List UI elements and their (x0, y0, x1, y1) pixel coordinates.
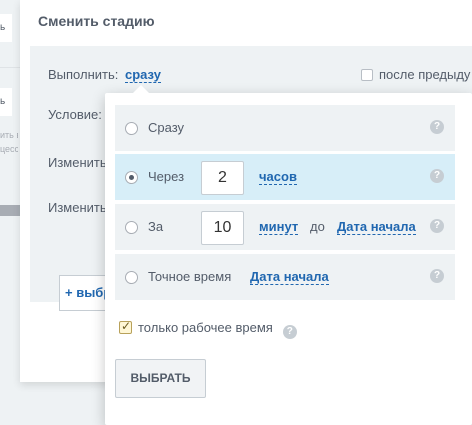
delay-value-input[interactable]: 2 (201, 161, 244, 195)
work-time-only-label: только рабочее время (138, 320, 273, 335)
radio-exact-time[interactable] (125, 271, 138, 284)
radio-before[interactable] (125, 221, 138, 234)
help-icon[interactable]: ? (430, 169, 444, 183)
change-label: Изменить (48, 155, 107, 170)
work-time-only-option[interactable]: только рабочее время? (119, 319, 297, 339)
offset-unit-link[interactable]: минут (259, 219, 299, 235)
change-label: Изменить (48, 200, 107, 215)
background-card: ь (0, 14, 12, 42)
background-note: ить в цессо (0, 130, 18, 154)
background-panel: ь ь ить в цессо (0, 0, 20, 425)
run-mode-link[interactable]: сразу (125, 67, 161, 83)
radio-after[interactable] (125, 171, 138, 184)
delay-unit-link[interactable]: часов (259, 169, 297, 185)
after-previous-checkbox[interactable] (361, 69, 373, 81)
offset-value-input[interactable]: 10 (201, 211, 244, 245)
background-card: ь (0, 88, 12, 116)
run-label: Выполнить: (48, 67, 119, 82)
work-time-only-checkbox[interactable] (119, 319, 132, 334)
option-immediately[interactable]: Сразу ? (115, 105, 455, 151)
run-mode-popup: Сразу ? Через 2 часов ? За 10 минут до Д… (105, 85, 472, 425)
offset-connector: до (310, 219, 325, 234)
background-divider (0, 67, 20, 68)
option-label: Через (148, 169, 185, 184)
exact-time-target-link[interactable]: Дата начала (250, 269, 329, 285)
option-after[interactable]: Через 2 часов ? (115, 154, 455, 200)
background-bar (0, 205, 20, 216)
option-label: За (148, 219, 164, 234)
help-icon[interactable]: ? (430, 219, 444, 233)
radio-immediately[interactable] (125, 122, 138, 135)
option-label: Сразу (148, 120, 185, 135)
help-icon[interactable]: ? (282, 325, 297, 339)
after-previous-option[interactable]: после предыду (361, 67, 470, 82)
option-label: Точное время (148, 269, 232, 284)
after-previous-label: после предыду (379, 67, 471, 82)
option-exact-time[interactable]: Точное время Дата начала ? (115, 254, 455, 300)
select-button[interactable]: ВЫБРАТЬ (115, 359, 206, 398)
condition-label: Условие: (48, 107, 102, 122)
dialog-title: Сменить стадию (38, 13, 155, 29)
option-before[interactable]: За 10 минут до Дата начала ? (115, 204, 455, 250)
offset-target-link[interactable]: Дата начала (337, 219, 416, 235)
help-icon[interactable]: ? (430, 120, 444, 134)
help-icon[interactable]: ? (430, 269, 444, 283)
